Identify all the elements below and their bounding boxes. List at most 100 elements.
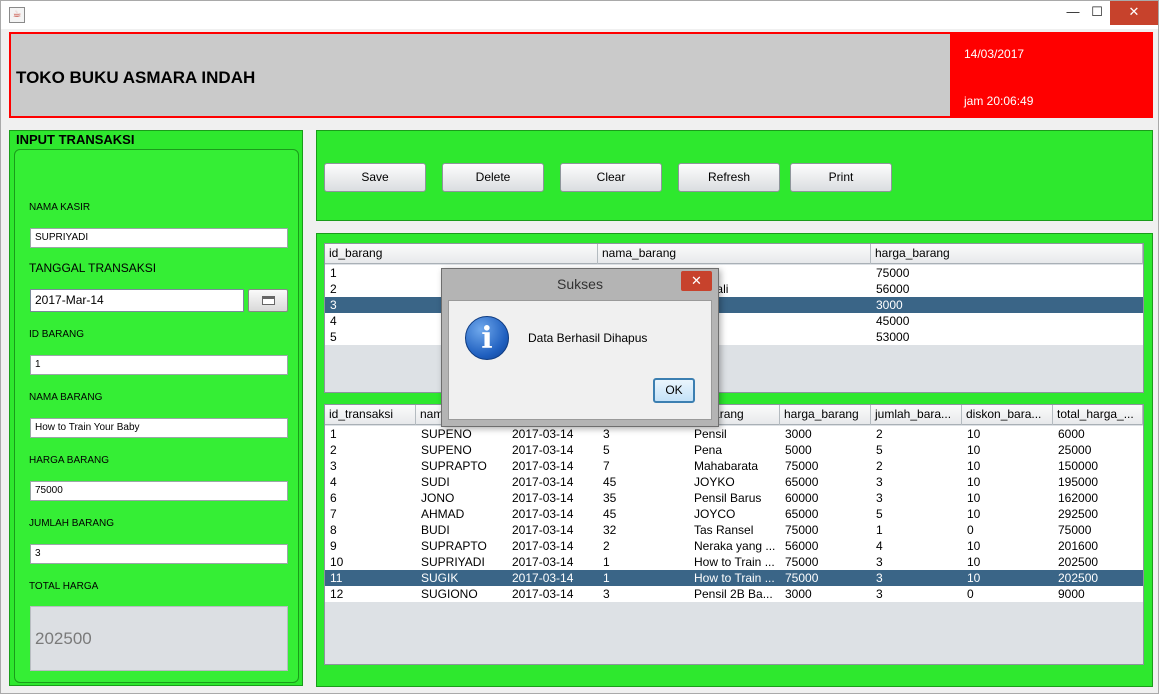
table-cell: BUDI	[421, 523, 450, 537]
table-cell: 2017-03-14	[512, 523, 574, 537]
harga-barang-field[interactable]: 75000	[30, 481, 288, 501]
id-barang-field[interactable]: 1	[30, 355, 288, 375]
ok-button[interactable]: OK	[653, 378, 695, 403]
column-header[interactable]: harga_barang	[871, 244, 1143, 264]
table-cell: 10	[967, 539, 981, 553]
table-cell: 5	[876, 507, 883, 521]
kasir-field[interactable]: SUPRIYADI	[30, 228, 288, 248]
table-cell: 56000	[785, 539, 819, 553]
transaksi-table[interactable]: id_transaksinama_barangharga_barangjumla…	[324, 404, 1144, 665]
refresh-button[interactable]: Refresh	[678, 163, 780, 192]
jumlah-barang-label: JUMLAH BARANG	[29, 518, 115, 529]
header-banner: TOKO BUKU ASMARA INDAH 14/03/2017 jam 20…	[9, 32, 1153, 118]
table-cell: 1	[330, 427, 337, 441]
table-cell: 7	[603, 459, 610, 473]
table-cell: 10	[967, 507, 981, 521]
table-cell: 75000	[785, 523, 819, 537]
table-cell: 1	[603, 555, 610, 569]
table-cell: 75000	[785, 459, 819, 473]
table-cell: 1	[603, 571, 610, 585]
table-cell: JONO	[421, 491, 455, 505]
table-cell: 2017-03-14	[512, 443, 574, 457]
column-header[interactable]: total_harga_...	[1053, 405, 1143, 425]
panel-title: INPUT TRANSAKSI	[16, 132, 135, 147]
table-cell: JOYCO	[694, 507, 736, 521]
table-cell: AHMAD	[421, 507, 465, 521]
table-cell: 2017-03-14	[512, 427, 574, 441]
table-cell: 75000	[785, 571, 819, 585]
table-row[interactable]: 1 SUPENO 2017-03-14 3 Pensil 3000 2 10 6000	[325, 426, 1143, 442]
table-row[interactable]: 4 SUDI 2017-03-14 45 JOYKO 65000 3 10 195000	[325, 474, 1143, 490]
content-area: TOKO BUKU ASMARA INDAH 14/03/2017 jam 20…	[1, 29, 1158, 693]
table-cell: 3	[603, 427, 610, 441]
table-cell: 2	[330, 443, 337, 457]
table-cell: Tas Ransel	[694, 523, 754, 537]
table-cell: JOYKO	[694, 475, 735, 489]
delete-button[interactable]: Delete	[442, 163, 544, 192]
info-icon: i	[465, 316, 509, 360]
jumlah-barang-field[interactable]: 3	[30, 544, 288, 564]
table-cell: 2017-03-14	[512, 507, 574, 521]
table-row[interactable]: 7 AHMAD 2017-03-14 45 JOYCO 65000 5 10 292500	[325, 506, 1143, 522]
form-area: NAMA KASIR SUPRIYADI TANGGAL TRANSAKSI 2…	[14, 149, 299, 683]
close-window-button[interactable]: ✕	[1110, 1, 1158, 25]
total-harga-value: 202500	[35, 629, 92, 648]
header-title-area: TOKO BUKU ASMARA INDAH	[11, 34, 950, 116]
column-header[interactable]: harga_barang	[780, 405, 871, 425]
table-cell: SUDI	[421, 475, 450, 489]
table-cell: 2017-03-14	[512, 475, 574, 489]
table-cell: 162000	[1058, 491, 1099, 505]
column-header[interactable]: nama_barang	[598, 244, 871, 264]
column-header[interactable]: id_barang	[325, 244, 598, 264]
save-button[interactable]: Save	[324, 163, 426, 192]
table-cell: 10	[967, 443, 981, 457]
title-bar: ☕ — ☐ ✕	[1, 1, 1158, 29]
clear-button[interactable]: Clear	[560, 163, 662, 192]
table-cell: 3	[876, 555, 883, 569]
table-cell: 3	[876, 491, 883, 505]
table-cell: 75000	[876, 266, 910, 280]
table-cell: How to Train ...	[694, 555, 775, 569]
tanggal-field[interactable]: 2017-Mar-14	[30, 289, 244, 312]
table-cell: 65000	[785, 507, 819, 521]
column-header[interactable]: diskon_bara...	[962, 405, 1053, 425]
header-time: jam 20:06:49	[964, 94, 1034, 108]
date-picker-button[interactable]	[248, 289, 288, 312]
table-cell: 3	[876, 475, 883, 489]
table-row[interactable]: 8 BUDI 2017-03-14 32 Tas Ransel 75000 1 0 75000	[325, 522, 1143, 538]
table-cell: 56000	[876, 282, 910, 296]
table-cell: 2017-03-14	[512, 491, 574, 505]
table-row[interactable]: 11 SUGIK 2017-03-14 1 How to Train ... 75000 3…	[325, 570, 1143, 586]
table-row[interactable]: 6 JONO 2017-03-14 35 Pensil Barus 60000 3 10 162…	[325, 490, 1143, 506]
table-cell: 10	[967, 427, 981, 441]
table-cell: 2	[876, 459, 883, 473]
table-cell: 12	[330, 587, 344, 601]
table-cell: 0	[967, 523, 974, 537]
input-transaksi-panel: INPUT TRANSAKSI NAMA KASIR SUPRIYADI TAN…	[9, 130, 303, 686]
tanggal-label: TANGGAL TRANSAKSI	[29, 261, 157, 275]
table-cell: Pensil	[694, 427, 727, 441]
table-cell: 3	[603, 587, 610, 601]
table-row[interactable]: 2 SUPENO 2017-03-14 5 Pena 5000 5 10 25000	[325, 442, 1143, 458]
maximize-button[interactable]: ☐	[1082, 1, 1112, 25]
print-button[interactable]: Print	[790, 163, 892, 192]
table-cell: 75000	[1058, 523, 1092, 537]
table-cell: 65000	[785, 475, 819, 489]
table-cell: Neraka yang ...	[694, 539, 776, 553]
table-row[interactable]: 12 SUGIONO 2017-03-14 3 Pensil 2B Ba... 3000 3…	[325, 586, 1143, 602]
table-row[interactable]: 3 SUPRAPTO 2017-03-14 7 Mahabarata 75000 2 10 15…	[325, 458, 1143, 474]
barang-table-header: id_barang nama_barang harga_barang	[325, 244, 1143, 264]
dialog-close-button[interactable]: ✕	[681, 271, 712, 291]
nama-barang-field[interactable]: How to Train Your Baby	[30, 418, 288, 438]
column-header[interactable]: id_transaksi	[325, 405, 416, 425]
table-row[interactable]: 9 SUPRAPTO 2017-03-14 2 Neraka yang ... 56000…	[325, 538, 1143, 554]
table-cell: 75000	[785, 555, 819, 569]
table-cell: 2017-03-14	[512, 587, 574, 601]
table-cell: How to Train ...	[694, 571, 775, 585]
table-cell: 8	[330, 523, 337, 537]
table-cell: SUPENO	[421, 443, 472, 457]
java-icon: ☕	[9, 7, 25, 23]
table-row[interactable]: 10 SUPRIYADI 2017-03-14 1 How to Train ... 75…	[325, 554, 1143, 570]
column-header[interactable]: jumlah_bara...	[871, 405, 962, 425]
table-cell: 6	[330, 491, 337, 505]
